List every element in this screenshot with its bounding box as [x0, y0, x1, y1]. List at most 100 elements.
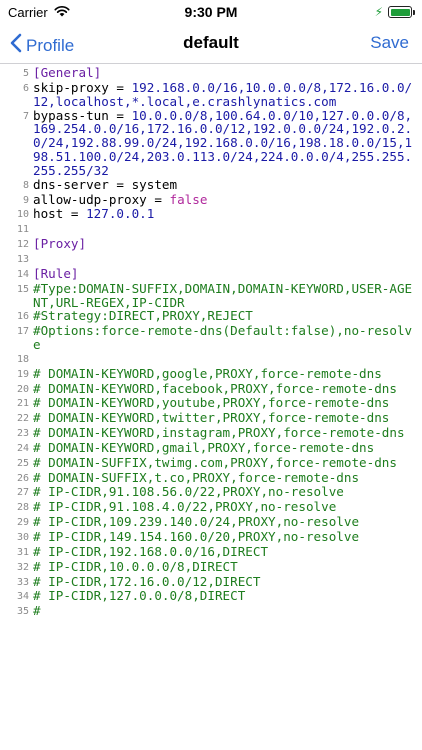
line-number: 5	[22, 68, 29, 79]
clock: 9:30 PM	[184, 4, 238, 20]
line-number: 7	[22, 110, 29, 122]
line-number: 16	[16, 311, 29, 323]
code-text: #Options:force-remote-dns(Default:false)…	[33, 324, 422, 352]
comment-text: # DOMAIN-KEYWORD,google,PROXY,force-remo…	[33, 365, 382, 381]
comment-text: # DOMAIN-KEYWORD,instagram,PROXY,force-r…	[33, 425, 405, 441]
code-line: 15 #Type:DOMAIN-SUFFIX,DOMAIN,DOMAIN-KEYW…	[0, 280, 422, 310]
code-line: 31 # IP-CIDR,192.168.0.0/16,DIRECT	[0, 543, 422, 560]
comment-text: # DOMAIN-KEYWORD,youtube,PROXY,force-rem…	[33, 395, 390, 411]
line-number: 18	[16, 353, 29, 365]
code-line: 22 # DOMAIN-KEYWORD,twitter,PROXY,force-r…	[0, 411, 422, 426]
battery-level	[390, 8, 410, 16]
config-key: allow-udp-proxy =	[33, 191, 170, 207]
comment-text: # DOMAIN-KEYWORD,gmail,PROXY,force-remot…	[33, 439, 375, 455]
comment-text: # IP-CIDR,192.168.0.0/16,DIRECT	[33, 543, 269, 559]
config-value: 127.0.0.1	[86, 206, 155, 222]
line-number: 27	[16, 487, 29, 499]
code-line: 13	[0, 252, 422, 267]
back-button-label: Profile	[26, 35, 75, 55]
line-number: 10	[16, 209, 29, 221]
config-editor[interactable]: 5 [General] 6 skip-proxy = 192.168.0.0/16,1…	[0, 66, 422, 750]
line-number: 34	[16, 591, 29, 603]
comment-text: # IP-CIDR,10.0.0.0/8,DIRECT	[33, 558, 238, 574]
code-text: # IP-CIDR,10.0.0.0/8,DIRECT	[33, 558, 422, 575]
code-text: # DOMAIN-KEYWORD,twitter,PROXY,force-rem…	[33, 411, 422, 426]
line-number: 12	[16, 239, 29, 251]
code-line: 24 # DOMAIN-KEYWORD,gmail,PROXY,force-rem…	[0, 441, 422, 456]
line-number: 32	[16, 561, 29, 573]
code-line: 14 [Rule]	[0, 266, 422, 282]
status-bar: Carrier 9:30 PM ⚡	[0, 0, 422, 24]
comment-text: #Type:DOMAIN-SUFFIX,DOMAIN,DOMAIN-KEYWOR…	[33, 280, 413, 310]
line-number: 9	[22, 194, 29, 206]
comment-text: # DOMAIN-SUFFIX,t.co,PROXY,force-remote-…	[33, 469, 360, 485]
comment-text: #	[33, 603, 41, 619]
comment-text: # IP-CIDR,149.154.160.0/20,PROXY,no-reso…	[33, 529, 360, 544]
code-text: # IP-CIDR,91.108.4.0/22,PROXY,no-resolve	[33, 500, 422, 515]
code-line: 30 # IP-CIDR,149.154.160.0/20,PROXY,no-re…	[0, 530, 422, 545]
code-text: # DOMAIN-SUFFIX,twimg.com,PROXY,force-re…	[33, 454, 422, 471]
code-line: 29 # IP-CIDR,109.239.140.0/24,PROXY,no-re…	[0, 515, 422, 530]
code-text: skip-proxy = 192.168.0.0/16,10.0.0.0/8,1…	[33, 80, 422, 109]
code-text: [General]	[33, 66, 422, 81]
code-text: # DOMAIN-SUFFIX,t.co,PROXY,force-remote-…	[33, 469, 422, 486]
config-key: bypass-tun =	[33, 107, 132, 123]
code-line: 21 # DOMAIN-KEYWORD,youtube,PROXY,force-r…	[0, 396, 422, 411]
code-text: # DOMAIN-KEYWORD,gmail,PROXY,force-remot…	[33, 441, 422, 456]
line-number: 31	[16, 546, 29, 558]
section-header: [General]	[33, 66, 102, 80]
code-text: allow-udp-proxy = false	[33, 191, 422, 208]
code-text: # IP-CIDR,149.154.160.0/20,PROXY,no-reso…	[33, 530, 422, 545]
code-text: # IP-CIDR,91.108.56.0/22,PROXY,no-resolv…	[33, 485, 422, 500]
back-button[interactable]: Profile	[10, 33, 74, 58]
code-text: # IP-CIDR,172.16.0.0/12,DIRECT	[33, 574, 422, 590]
code-line: 26 # DOMAIN-SUFFIX,t.co,PROXY,force-remot…	[0, 469, 422, 486]
code-text: host = 127.0.0.1	[33, 207, 422, 222]
code-text: # IP-CIDR,192.168.0.0/16,DIRECT	[33, 543, 422, 560]
code-text: [Rule]	[33, 266, 422, 282]
line-number: 13	[16, 253, 29, 265]
save-button[interactable]: Save	[370, 33, 409, 53]
code-line: 28 # IP-CIDR,91.108.4.0/22,PROXY,no-resol…	[0, 500, 422, 515]
code-line: 32 # IP-CIDR,10.0.0.0/8,DIRECT	[0, 558, 422, 575]
navigation-bar: Profile default Save	[0, 24, 422, 64]
code-line: 17 #Options:force-remote-dns(Default:fals…	[0, 324, 422, 352]
code-text: #Type:DOMAIN-SUFFIX,DOMAIN,DOMAIN-KEYWOR…	[33, 280, 422, 310]
line-number: 28	[16, 502, 29, 514]
battery-icon	[388, 6, 415, 18]
comment-text: #Options:force-remote-dns(Default:false)…	[33, 323, 413, 353]
code-text: # DOMAIN-KEYWORD,google,PROXY,force-remo…	[33, 365, 422, 382]
code-line: 35 #	[0, 604, 422, 619]
code-text: #	[33, 604, 422, 619]
code-line: 16 #Strategy:DIRECT,PROXY,REJECT	[0, 309, 422, 324]
line-number: 17	[16, 326, 29, 338]
code-line: 6 skip-proxy = 192.168.0.0/16,10.0.0.0/8,…	[0, 80, 422, 109]
line-number: 21	[16, 398, 29, 410]
comment-text: #Strategy:DIRECT,PROXY,REJECT	[33, 308, 253, 324]
comment-text: # IP-CIDR,109.239.140.0/24,PROXY,no-reso…	[33, 514, 360, 530]
line-number: 35	[16, 606, 29, 618]
line-number: 24	[16, 442, 29, 454]
comment-text: # DOMAIN-SUFFIX,twimg.com,PROXY,force-re…	[33, 454, 397, 470]
code-text: #Strategy:DIRECT,PROXY,REJECT	[33, 309, 422, 324]
code-line: 9 allow-udp-proxy = false	[0, 191, 422, 208]
code-line: 18	[0, 352, 422, 367]
code-text: # DOMAIN-KEYWORD,youtube,PROXY,force-rem…	[33, 396, 422, 411]
code-line: 25 # DOMAIN-SUFFIX,twimg.com,PROXY,force-…	[0, 454, 422, 471]
code-line: 11	[0, 222, 422, 237]
line-number: 29	[16, 517, 29, 529]
line-number: 25	[16, 457, 29, 469]
chevron-left-icon	[10, 33, 22, 58]
comment-text: # DOMAIN-KEYWORD,facebook,PROXY,force-re…	[33, 380, 397, 396]
line-number: 15	[16, 283, 29, 295]
line-number: 33	[16, 576, 29, 588]
line-number: 22	[16, 413, 29, 425]
code-text: # DOMAIN-KEYWORD,facebook,PROXY,force-re…	[33, 380, 422, 397]
line-number: 11	[16, 224, 29, 236]
code-line: 5 [General]	[0, 66, 422, 81]
code-text: dns-server = system	[33, 177, 422, 193]
code-line: 33 # IP-CIDR,172.16.0.0/12,DIRECT	[0, 574, 422, 590]
